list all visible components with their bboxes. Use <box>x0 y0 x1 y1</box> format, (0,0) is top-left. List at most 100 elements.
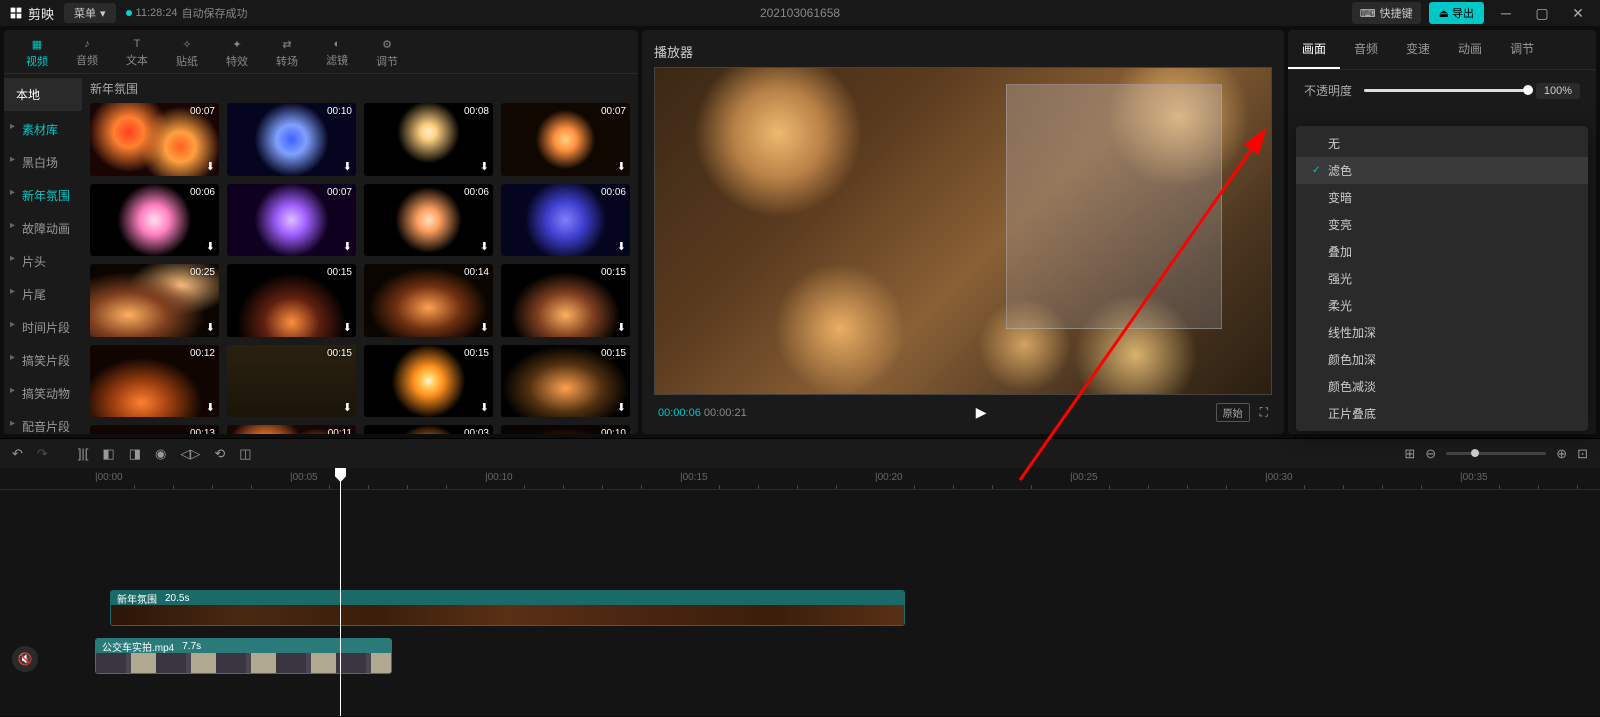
property-tab-4[interactable]: 调节 <box>1496 30 1548 69</box>
gallery-clip-1[interactable]: 00:10⬇ <box>227 103 356 176</box>
media-tab-1[interactable]: ♪音频 <box>62 34 112 73</box>
property-tab-1[interactable]: 音频 <box>1340 30 1392 69</box>
download-icon[interactable]: ⬇ <box>617 160 626 173</box>
download-icon[interactable]: ⬇ <box>206 160 215 173</box>
blend-option-8[interactable]: 颜色加深 <box>1296 346 1588 373</box>
undo-button[interactable]: ↶ <box>12 446 23 462</box>
media-tab-2[interactable]: T文本 <box>112 34 162 73</box>
gallery-clip-5[interactable]: 00:07⬇ <box>227 184 356 257</box>
download-icon[interactable]: ⬇ <box>206 240 215 253</box>
shortcuts-button[interactable]: ⌨ 快捷键 <box>1352 2 1421 24</box>
media-tab-5[interactable]: ⇄转场 <box>262 34 312 73</box>
download-icon[interactable]: ⬇ <box>206 401 215 414</box>
timeline[interactable]: |00:00|00:05|00:10|00:15|00:20|00:25|00:… <box>0 468 1600 716</box>
blend-option-2[interactable]: 变暗 <box>1296 184 1588 211</box>
gallery-clip-9[interactable]: 00:15⬇ <box>227 264 356 337</box>
crop-button[interactable]: ◫ <box>239 446 251 462</box>
gallery-clip-0[interactable]: 00:07⬇ <box>90 103 219 176</box>
gallery-clip-2[interactable]: 00:08⬇ <box>364 103 493 176</box>
video-track-1[interactable]: 🔇 公交车实拍.mp4 7.7s <box>0 638 1600 680</box>
blend-option-4[interactable]: 叠加 <box>1296 238 1588 265</box>
menu-button[interactable]: 菜单 ▾ <box>64 3 116 23</box>
download-icon[interactable]: ⬇ <box>206 321 215 334</box>
gallery-clip-14[interactable]: 00:15⬇ <box>364 345 493 418</box>
download-icon[interactable]: ⬇ <box>343 240 352 253</box>
gallery-clip-6[interactable]: 00:06⬇ <box>364 184 493 257</box>
media-tab-6[interactable]: ◐滤镜 <box>312 34 362 73</box>
playhead[interactable] <box>340 468 341 716</box>
sidebar-item-8[interactable]: 搞笑动物 <box>4 377 82 410</box>
track-adjust-button[interactable]: ⊞ <box>1404 446 1415 462</box>
gallery-clip-10[interactable]: 00:14⬇ <box>364 264 493 337</box>
freeze-button[interactable]: ◉ <box>155 446 166 462</box>
opacity-slider[interactable] <box>1364 89 1528 92</box>
delete-left-button[interactable]: ◧ <box>102 446 114 462</box>
sidebar-section-local[interactable]: 本地 <box>4 78 82 111</box>
download-icon[interactable]: ⬇ <box>343 401 352 414</box>
blend-option-3[interactable]: 变亮 <box>1296 211 1588 238</box>
sidebar-item-9[interactable]: 配音片段 <box>4 410 82 434</box>
zoom-slider[interactable] <box>1446 452 1546 455</box>
gallery-clip-18[interactable]: 00:03⬇ <box>364 425 493 434</box>
video-preview[interactable] <box>654 67 1272 395</box>
close-button[interactable]: ✕ <box>1564 5 1592 22</box>
mirror-button[interactable]: ◁▷ <box>180 446 200 462</box>
download-icon[interactable]: ⬇ <box>480 321 489 334</box>
sidebar-item-7[interactable]: 搞笑片段 <box>4 344 82 377</box>
gallery-clip-3[interactable]: 00:07⬇ <box>501 103 630 176</box>
gallery-clip-19[interactable]: 00:10⬇ <box>501 425 630 434</box>
gallery-clip-12[interactable]: 00:12⬇ <box>90 345 219 418</box>
delete-right-button[interactable]: ◨ <box>129 446 141 462</box>
maximize-button[interactable]: ▢ <box>1528 5 1556 22</box>
rotate-button[interactable]: ⟲ <box>214 446 225 462</box>
download-icon[interactable]: ⬇ <box>343 321 352 334</box>
blend-option-5[interactable]: 强光 <box>1296 265 1588 292</box>
download-icon[interactable]: ⬇ <box>480 240 489 253</box>
blend-option-7[interactable]: 线性加深 <box>1296 319 1588 346</box>
gallery-clip-17[interactable]: 00:11⬇ <box>227 425 356 434</box>
download-icon[interactable]: ⬇ <box>480 401 489 414</box>
media-tab-7[interactable]: ⚙调节 <box>362 34 412 73</box>
sidebar-item-3[interactable]: 故障动画 <box>4 212 82 245</box>
gallery-clip-8[interactable]: 00:25⬇ <box>90 264 219 337</box>
blend-option-1[interactable]: ✓滤色 <box>1296 157 1588 184</box>
zoom-in-button[interactable]: ⊕ <box>1556 446 1567 462</box>
sidebar-item-6[interactable]: 时间片段 <box>4 311 82 344</box>
blend-option-0[interactable]: 无 <box>1296 130 1588 157</box>
blend-option-6[interactable]: 柔光 <box>1296 292 1588 319</box>
timeline-clip-overlay[interactable]: 新年氛围 20.5s <box>110 590 905 626</box>
download-icon[interactable]: ⬇ <box>617 321 626 334</box>
track-mute-button[interactable]: 🔇 <box>12 646 38 672</box>
blend-mode-dropdown[interactable]: 无✓滤色变暗变亮叠加强光柔光线性加深颜色加深颜色减淡正片叠底 <box>1296 126 1588 431</box>
download-icon[interactable]: ⬇ <box>480 160 489 173</box>
video-track-2[interactable]: 新年氛围 20.5s <box>0 590 1600 632</box>
aspect-ratio-button[interactable]: 原始 <box>1216 403 1250 422</box>
download-icon[interactable]: ⬇ <box>617 401 626 414</box>
download-icon[interactable]: ⬇ <box>343 160 352 173</box>
gallery-clip-7[interactable]: 00:06⬇ <box>501 184 630 257</box>
timeline-ruler[interactable]: |00:00|00:05|00:10|00:15|00:20|00:25|00:… <box>0 468 1600 490</box>
sidebar-item-4[interactable]: 片头 <box>4 245 82 278</box>
media-tab-4[interactable]: ✦特效 <box>212 34 262 73</box>
gallery-clip-15[interactable]: 00:15⬇ <box>501 345 630 418</box>
redo-button[interactable]: ↷ <box>37 446 48 462</box>
gallery-clip-4[interactable]: 00:06⬇ <box>90 184 219 257</box>
export-button[interactable]: ⏏ 导出 <box>1429 2 1484 24</box>
gallery-clip-16[interactable]: 00:13⬇ <box>90 425 219 434</box>
split-button[interactable]: ]|[ <box>78 446 89 462</box>
play-button[interactable]: ▶ <box>976 404 987 421</box>
zoom-fit-button[interactable]: ⊡ <box>1577 446 1588 462</box>
sidebar-item-0[interactable]: 素材库 <box>4 113 82 146</box>
zoom-out-button[interactable]: ⊖ <box>1425 446 1436 462</box>
download-icon[interactable]: ⬇ <box>617 240 626 253</box>
timeline-clip-main[interactable]: 公交车实拍.mp4 7.7s <box>95 638 392 674</box>
sidebar-item-5[interactable]: 片尾 <box>4 278 82 311</box>
property-tab-2[interactable]: 变速 <box>1392 30 1444 69</box>
gallery-clip-13[interactable]: 00:15⬇ <box>227 345 356 418</box>
fullscreen-button[interactable]: ⛶ <box>1260 405 1268 420</box>
media-tab-3[interactable]: ✧贴纸 <box>162 34 212 73</box>
media-tab-0[interactable]: ▦视频 <box>12 34 62 73</box>
gallery-clip-11[interactable]: 00:15⬇ <box>501 264 630 337</box>
blend-option-9[interactable]: 颜色减淡 <box>1296 373 1588 400</box>
sidebar-item-2[interactable]: 新年氛围 <box>4 179 82 212</box>
